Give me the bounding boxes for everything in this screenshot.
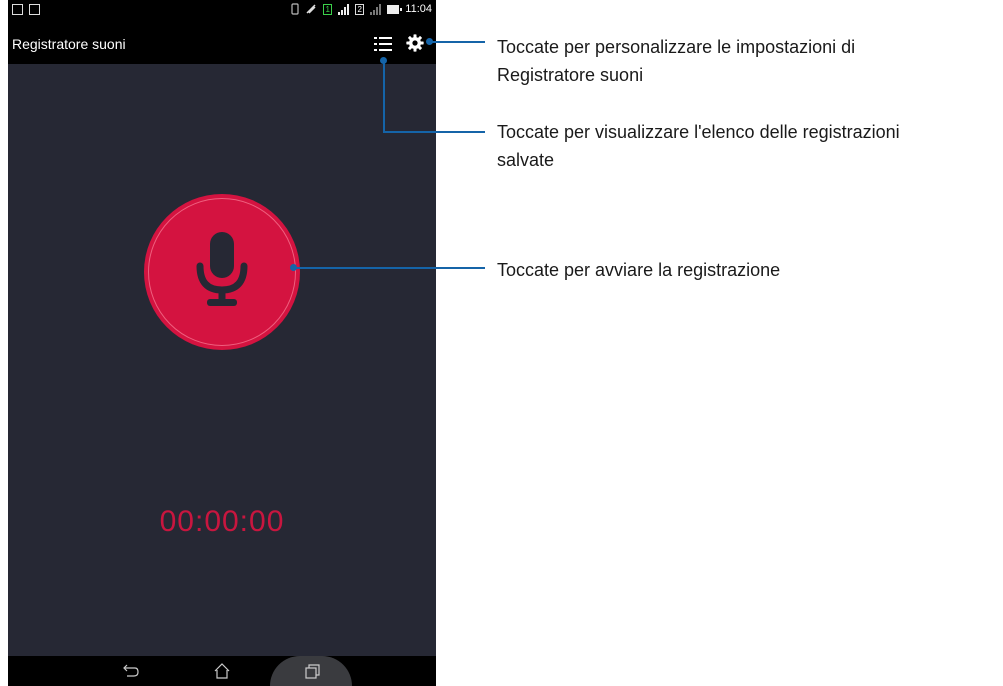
phone-screen: 1 2 11:04 Registratore suoni xyxy=(8,0,436,686)
navigation-bar xyxy=(8,656,436,686)
recording-timer: 00:00:00 xyxy=(159,505,285,538)
mute-icon xyxy=(306,4,316,14)
status-time: 11:04 xyxy=(405,3,432,15)
battery-icon xyxy=(387,4,403,14)
signal-icon xyxy=(338,3,350,15)
back-icon[interactable] xyxy=(121,663,139,679)
callout-line-record xyxy=(294,267,485,269)
image-icon xyxy=(29,4,40,15)
home-icon[interactable] xyxy=(213,663,231,679)
signal-icon-2 xyxy=(370,3,382,15)
callout-line-list xyxy=(383,131,485,133)
sim2-badge: 2 xyxy=(355,3,365,15)
calendar-icon xyxy=(12,4,23,15)
callout-settings-line2: Registratore suoni xyxy=(497,65,644,85)
recent-apps-icon[interactable] xyxy=(304,663,322,679)
gear-icon[interactable] xyxy=(406,34,424,52)
record-button[interactable] xyxy=(144,194,300,350)
sim1-badge: 1 xyxy=(323,3,333,15)
callout-record: Toccate per avviare la registrazione xyxy=(497,256,780,284)
callout-line-settings xyxy=(430,41,485,43)
callout-list: Toccate per visualizzare l'elenco delle … xyxy=(497,118,900,174)
app-bar: Registratore suoni xyxy=(8,21,436,64)
callout-settings-line1: Toccate per personalizzare le impostazio… xyxy=(497,37,856,57)
callout-line-list-vertical xyxy=(383,60,385,132)
callout-settings: Toccate per personalizzare le impostazio… xyxy=(497,33,855,89)
list-icon[interactable] xyxy=(374,37,392,51)
microphone-icon xyxy=(196,232,248,306)
callout-list-line2: salvate xyxy=(497,150,555,170)
app-title: Registratore suoni xyxy=(12,36,126,52)
callout-list-line1: Toccate per visualizzare l'elenco delle … xyxy=(497,122,900,142)
status-bar: 1 2 11:04 xyxy=(8,0,436,21)
vibrate-icon xyxy=(291,3,299,15)
callout-record-text: Toccate per avviare la registrazione xyxy=(497,260,781,280)
